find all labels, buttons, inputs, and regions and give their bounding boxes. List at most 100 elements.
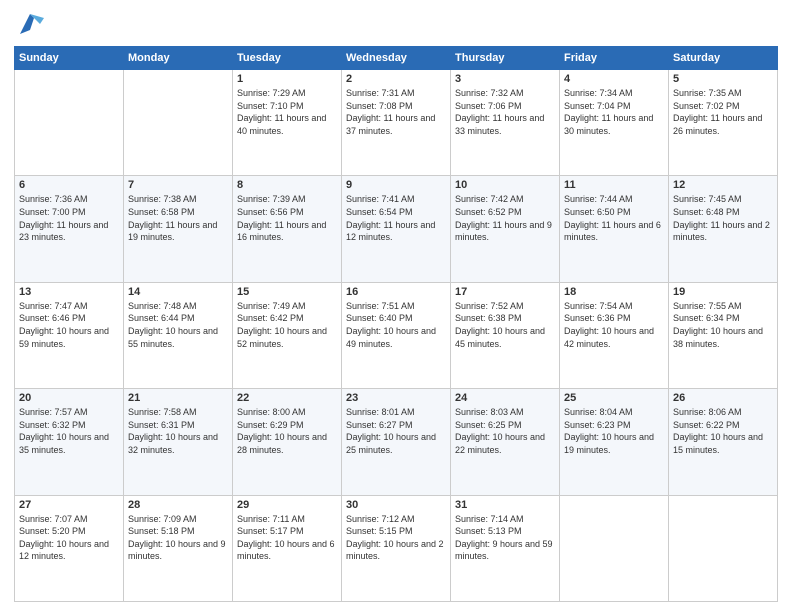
calendar-cell: 6Sunrise: 7:36 AMSunset: 7:00 PMDaylight… (15, 176, 124, 282)
day-info: Sunrise: 7:45 AMSunset: 6:48 PMDaylight:… (673, 193, 773, 243)
day-number: 19 (673, 286, 773, 298)
day-number: 15 (237, 286, 337, 298)
day-info: Sunrise: 7:58 AMSunset: 6:31 PMDaylight:… (128, 406, 228, 456)
day-number: 8 (237, 179, 337, 191)
calendar-cell: 20 Sunrise: 7:57 AMSunset: 6:32 PMDayligh… (15, 389, 124, 495)
day-info: Sunrise: 8:01 AMSunset: 6:27 PMDaylight:… (346, 406, 446, 456)
day-number: 16 (346, 286, 446, 298)
calendar-cell (15, 70, 124, 176)
day-number: 13 (19, 286, 119, 298)
day-number: 17 (455, 286, 555, 298)
calendar-cell: 31 Sunrise: 7:14 AMSunset: 5:13 PMDayligh… (451, 495, 560, 601)
calendar-cell: 28 Sunrise: 7:09 AMSunset: 5:18 PMDayligh… (124, 495, 233, 601)
calendar-cell: 24 Sunrise: 8:03 AMSunset: 6:25 PMDayligh… (451, 389, 560, 495)
week-row-4: 20 Sunrise: 7:57 AMSunset: 6:32 PMDayligh… (15, 389, 778, 495)
calendar-cell: 30 Sunrise: 7:12 AMSunset: 5:15 PMDayligh… (342, 495, 451, 601)
day-info: Sunrise: 7:44 AMSunset: 6:50 PMDaylight:… (564, 193, 664, 243)
calendar-cell: 7 Sunrise: 7:38 AMSunset: 6:58 PMDaylight… (124, 176, 233, 282)
calendar-cell: 10Sunrise: 7:42 AMSunset: 6:52 PMDayligh… (451, 176, 560, 282)
day-number: 31 (455, 499, 555, 511)
day-number: 25 (564, 392, 664, 404)
day-info: Sunrise: 7:51 AMSunset: 6:40 PMDaylight:… (346, 300, 446, 350)
day-info: Sunrise: 7:09 AMSunset: 5:18 PMDaylight:… (128, 513, 228, 563)
calendar-cell: 4 Sunrise: 7:34 AMSunset: 7:04 PMDaylight… (560, 70, 669, 176)
calendar-cell: 11 Sunrise: 7:44 AMSunset: 6:50 PMDayligh… (560, 176, 669, 282)
day-number: 1 (237, 73, 337, 85)
calendar-cell: 29Sunrise: 7:11 AMSunset: 5:17 PMDayligh… (233, 495, 342, 601)
day-info: Sunrise: 7:34 AMSunset: 7:04 PMDaylight:… (564, 87, 664, 137)
calendar-cell: 16 Sunrise: 7:51 AMSunset: 6:40 PMDayligh… (342, 282, 451, 388)
day-info: Sunrise: 8:04 AMSunset: 6:23 PMDaylight:… (564, 406, 664, 456)
day-info: Sunrise: 7:55 AMSunset: 6:34 PMDaylight:… (673, 300, 773, 350)
calendar-cell: 19 Sunrise: 7:55 AMSunset: 6:34 PMDayligh… (669, 282, 778, 388)
day-info: Sunrise: 7:38 AMSunset: 6:58 PMDaylight:… (128, 193, 228, 243)
weekday-header-sunday: Sunday (15, 47, 124, 70)
weekday-header-tuesday: Tuesday (233, 47, 342, 70)
day-info: Sunrise: 8:00 AMSunset: 6:29 PMDaylight:… (237, 406, 337, 456)
day-number: 21 (128, 392, 228, 404)
calendar-cell: 27 Sunrise: 7:07 AMSunset: 5:20 PMDayligh… (15, 495, 124, 601)
calendar-cell: 8 Sunrise: 7:39 AMSunset: 6:56 PMDaylight… (233, 176, 342, 282)
calendar-table: SundayMondayTuesdayWednesdayThursdayFrid… (14, 46, 778, 602)
logo (14, 10, 44, 38)
day-number: 20 (19, 392, 119, 404)
day-number: 18 (564, 286, 664, 298)
day-number: 3 (455, 73, 555, 85)
day-number: 12 (673, 179, 773, 191)
calendar-cell (560, 495, 669, 601)
calendar-cell: 9 Sunrise: 7:41 AMSunset: 6:54 PMDaylight… (342, 176, 451, 282)
day-info: Sunrise: 7:39 AMSunset: 6:56 PMDaylight:… (237, 193, 337, 243)
week-row-5: 27 Sunrise: 7:07 AMSunset: 5:20 PMDayligh… (15, 495, 778, 601)
calendar-cell: 23Sunrise: 8:01 AMSunset: 6:27 PMDayligh… (342, 389, 451, 495)
day-info: Sunrise: 7:35 AMSunset: 7:02 PMDaylight:… (673, 87, 773, 137)
day-info: Sunrise: 7:49 AMSunset: 6:42 PMDaylight:… (237, 300, 337, 350)
day-number: 9 (346, 179, 446, 191)
day-info: Sunrise: 7:41 AMSunset: 6:54 PMDaylight:… (346, 193, 446, 243)
day-number: 11 (564, 179, 664, 191)
day-number: 7 (128, 179, 228, 191)
weekday-header-wednesday: Wednesday (342, 47, 451, 70)
day-number: 24 (455, 392, 555, 404)
page: SundayMondayTuesdayWednesdayThursdayFrid… (0, 0, 792, 612)
day-number: 27 (19, 499, 119, 511)
calendar-cell: 13 Sunrise: 7:47 AMSunset: 6:46 PMDayligh… (15, 282, 124, 388)
day-info: Sunrise: 7:47 AMSunset: 6:46 PMDaylight:… (19, 300, 119, 350)
calendar-cell: 12 Sunrise: 7:45 AMSunset: 6:48 PMDayligh… (669, 176, 778, 282)
calendar-cell: 22Sunrise: 8:00 AMSunset: 6:29 PMDayligh… (233, 389, 342, 495)
day-info: Sunrise: 8:06 AMSunset: 6:22 PMDaylight:… (673, 406, 773, 456)
day-info: Sunrise: 7:52 AMSunset: 6:38 PMDaylight:… (455, 300, 555, 350)
calendar-cell: 17 Sunrise: 7:52 AMSunset: 6:38 PMDayligh… (451, 282, 560, 388)
calendar-cell (124, 70, 233, 176)
weekday-header-monday: Monday (124, 47, 233, 70)
calendar-cell: 21 Sunrise: 7:58 AMSunset: 6:31 PMDayligh… (124, 389, 233, 495)
week-row-1: 1 Sunrise: 7:29 AMSunset: 7:10 PMDaylight… (15, 70, 778, 176)
day-number: 10 (455, 179, 555, 191)
day-number: 26 (673, 392, 773, 404)
day-info: Sunrise: 7:11 AMSunset: 5:17 PMDaylight:… (237, 513, 337, 563)
calendar-cell: 25 Sunrise: 8:04 AMSunset: 6:23 PMDayligh… (560, 389, 669, 495)
day-info: Sunrise: 8:03 AMSunset: 6:25 PMDaylight:… (455, 406, 555, 456)
day-info: Sunrise: 7:07 AMSunset: 5:20 PMDaylight:… (19, 513, 119, 563)
week-row-2: 6Sunrise: 7:36 AMSunset: 7:00 PMDaylight… (15, 176, 778, 282)
calendar-cell: 15 Sunrise: 7:49 AMSunset: 6:42 PMDayligh… (233, 282, 342, 388)
day-info: Sunrise: 7:12 AMSunset: 5:15 PMDaylight:… (346, 513, 446, 563)
day-number: 5 (673, 73, 773, 85)
calendar-cell (669, 495, 778, 601)
weekday-header-friday: Friday (560, 47, 669, 70)
day-info: Sunrise: 7:36 AMSunset: 7:00 PMDaylight:… (19, 193, 119, 243)
day-info: Sunrise: 7:14 AMSunset: 5:13 PMDaylight:… (455, 513, 555, 563)
header (14, 10, 778, 38)
day-info: Sunrise: 7:54 AMSunset: 6:36 PMDaylight:… (564, 300, 664, 350)
day-info: Sunrise: 7:29 AMSunset: 7:10 PMDaylight:… (237, 87, 337, 137)
day-info: Sunrise: 7:32 AMSunset: 7:06 PMDaylight:… (455, 87, 555, 137)
weekday-header-thursday: Thursday (451, 47, 560, 70)
day-number: 28 (128, 499, 228, 511)
day-info: Sunrise: 7:57 AMSunset: 6:32 PMDaylight:… (19, 406, 119, 456)
weekday-header-saturday: Saturday (669, 47, 778, 70)
calendar-cell: 5 Sunrise: 7:35 AMSunset: 7:02 PMDaylight… (669, 70, 778, 176)
day-number: 4 (564, 73, 664, 85)
calendar-cell: 1 Sunrise: 7:29 AMSunset: 7:10 PMDaylight… (233, 70, 342, 176)
day-number: 30 (346, 499, 446, 511)
calendar-cell: 26 Sunrise: 8:06 AMSunset: 6:22 PMDayligh… (669, 389, 778, 495)
day-info: Sunrise: 7:31 AMSunset: 7:08 PMDaylight:… (346, 87, 446, 137)
